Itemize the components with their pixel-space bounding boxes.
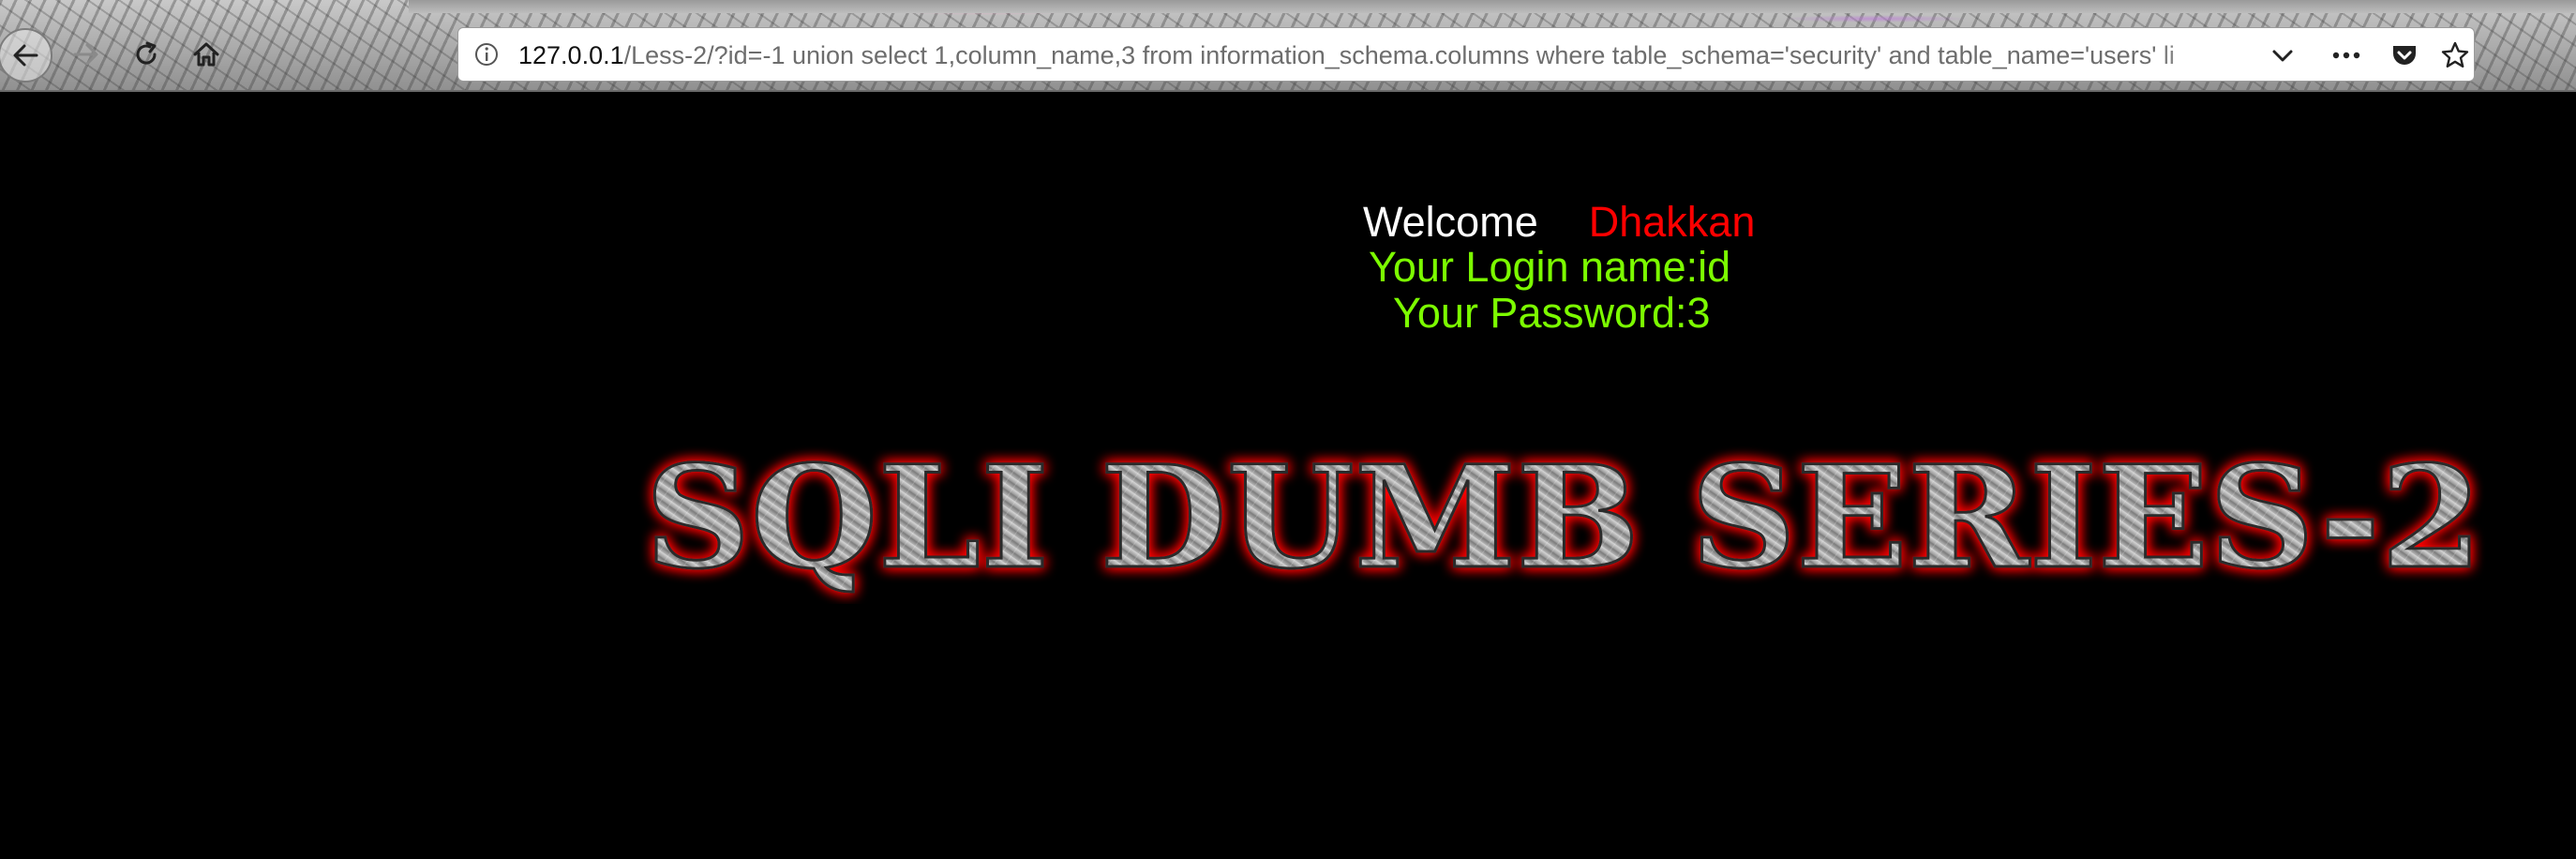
welcome-name: Dhakkan bbox=[1588, 198, 1756, 246]
url-host: 127.0.0.1 bbox=[518, 41, 624, 69]
arrow-right-icon bbox=[73, 43, 98, 66]
pocket-button[interactable] bbox=[2388, 38, 2421, 72]
password-result: Your Password:3 bbox=[1393, 289, 1711, 337]
chevron-down-icon bbox=[2272, 50, 2293, 62]
welcome-line: Welcome Dhakkan bbox=[1363, 199, 1755, 246]
info-icon[interactable] bbox=[472, 39, 502, 69]
home-icon bbox=[193, 42, 219, 67]
login-name-result: Your Login name:id bbox=[1369, 243, 1731, 291]
bookmark-button[interactable] bbox=[2438, 38, 2472, 72]
tab-strip bbox=[409, 0, 2576, 13]
title-banner: SQLI DUMB SERIES-2 bbox=[644, 435, 2484, 602]
star-icon bbox=[2441, 41, 2469, 68]
address-bar[interactable]: 127.0.0.1/Less-2/?id=-1 union select 1,c… bbox=[457, 27, 2475, 82]
reload-icon bbox=[136, 41, 157, 65]
forward-button[interactable] bbox=[60, 28, 112, 81]
pocket-icon bbox=[2393, 46, 2416, 65]
more-dots-icon bbox=[2332, 52, 2360, 59]
url-fade-overlay bbox=[2155, 28, 2268, 81]
reload-button[interactable] bbox=[120, 28, 172, 81]
banner-text: SQLI DUMB SERIES-2 bbox=[645, 435, 2482, 600]
welcome-label: Welcome bbox=[1363, 198, 1538, 246]
url-text[interactable]: 127.0.0.1/Less-2/?id=-1 union select 1,c… bbox=[518, 28, 2243, 81]
back-button[interactable] bbox=[0, 28, 52, 83]
arrow-left-icon bbox=[13, 44, 38, 67]
home-button[interactable] bbox=[180, 28, 232, 81]
url-path: /Less-2/?id=-1 union select 1,column_nam… bbox=[623, 41, 2175, 69]
page-content: Welcome Dhakkan Your Login name:id Your P… bbox=[0, 92, 2576, 859]
browser-toolbar: 127.0.0.1/Less-2/?id=-1 union select 1,c… bbox=[0, 0, 2576, 92]
page-actions-button[interactable] bbox=[2329, 38, 2363, 72]
url-dropdown-button[interactable] bbox=[2266, 38, 2299, 72]
